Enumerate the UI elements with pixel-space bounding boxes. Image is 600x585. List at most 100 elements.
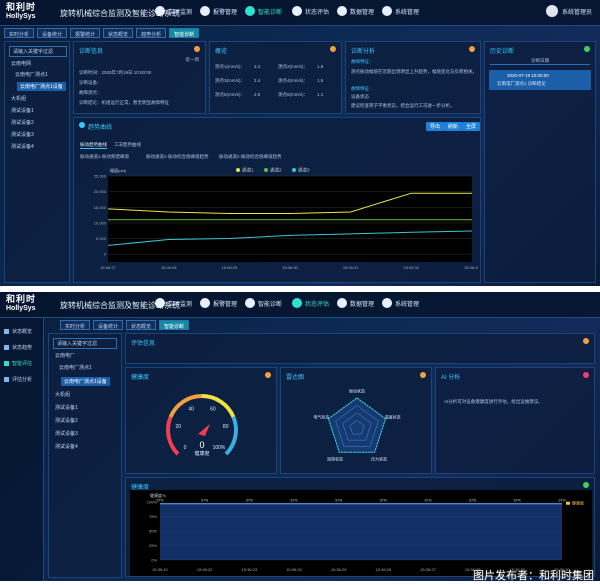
tree-item[interactable]: 云南电厂 — [55, 352, 75, 359]
overview-label: 测点4(mm/s)： — [278, 78, 308, 83]
tree-item[interactable]: 测试设备2 — [11, 119, 34, 126]
export-button[interactable]: 导出 — [426, 122, 445, 131]
monitor-icon — [155, 298, 165, 308]
tree-item[interactable]: 大机组 — [11, 95, 26, 102]
user-menu[interactable]: 系统管理员 — [545, 5, 592, 17]
gauge-tick: 60 — [210, 407, 216, 413]
panel-title: 健康度 — [131, 375, 150, 381]
tree-item[interactable]: 测试设备1 — [11, 107, 34, 114]
gauge-unit: 健康度 — [194, 450, 209, 457]
tree-item[interactable]: 云南电网 — [11, 60, 31, 67]
tab-overview[interactable]: 状态概览 — [126, 320, 157, 330]
nav-realtime[interactable]: 实时监测 — [155, 298, 192, 308]
health-trend-chart[interactable]: 100%75%50%25%0%15:36:10 15:36:22 15:36:23 1… — [130, 490, 592, 576]
tab-trend[interactable]: 趋势分析 — [136, 28, 167, 38]
history-entry[interactable]: 2020-07-19 10:00:00 云南电厂测点1 诊断结论 — [489, 70, 591, 90]
nav-system[interactable]: 系统管理 — [382, 298, 419, 308]
legend-marker — [566, 501, 570, 505]
avatar — [545, 5, 558, 17]
panel-title: 雷达图 — [286, 375, 305, 381]
panel-title: 诊断信息 — [79, 49, 104, 55]
nav-assessment[interactable]: 状态评估 — [292, 298, 329, 308]
y-tick-label: 75% — [149, 514, 157, 519]
trend-chart[interactable]: 25,000 20,000 15,000 10,000 5,000 0 15:06:27 15… — [78, 162, 478, 280]
x-tick-label: 15:06:31 — [343, 265, 359, 270]
fullscreen-button[interactable]: 全屏 — [462, 122, 480, 131]
check-channel[interactable]: 振动通道2-振动综合值峰值趋势 — [219, 154, 282, 160]
overview-value: 1.1 — [317, 92, 324, 97]
side-nav: 状态概览 状态趋势 智能评估 评估分析 — [0, 318, 44, 581]
check-channel[interactable]: 振动通道1-振动频谱峰值 — [80, 154, 129, 160]
status-dot — [265, 372, 271, 378]
nav-diagnosis[interactable]: 智能诊断 — [245, 298, 282, 308]
tree-search-input[interactable]: 请输入关键字过滤 — [53, 338, 117, 349]
radar-label: 润滑状态 — [327, 455, 343, 461]
overview-value: 1.5 — [317, 78, 324, 83]
nav-realtime[interactable]: 实时监测 — [155, 6, 192, 16]
gauge-arc — [166, 416, 180, 456]
overview-icon — [4, 329, 9, 334]
x-tick-label: 15:36:22 — [197, 567, 213, 572]
sidenav-item-active[interactable]: 智能评估 — [4, 360, 32, 367]
tab-diagnosis[interactable]: 智能诊断 — [159, 320, 190, 330]
check-channel[interactable]: 振动通道1-振动综合值峰值趋势 — [146, 154, 209, 160]
sidenav-item[interactable]: 状态概览 — [4, 328, 32, 335]
subtab-vibration[interactable]: 振动趋势曲线 — [80, 142, 107, 149]
sidenav-item[interactable]: 评估分析 — [4, 376, 32, 383]
y-tick-label: 20,000 — [94, 189, 107, 194]
top-bar: 和利时 HollySys 旋转机械综合监测及智能诊断系统 实时监测 报警管理 智能… — [0, 0, 600, 26]
tab-bar: 实时分析 设备统计 报警统计 状态概览 趋势分析 智能诊断 — [4, 28, 200, 38]
y-tick-label: 50% — [149, 529, 157, 534]
refresh-button[interactable]: 刷新 — [444, 122, 463, 131]
y-axis-label: 健康度% — [150, 492, 166, 498]
tree-item[interactable]: 测试设备4 — [11, 143, 34, 150]
tree-search-input[interactable]: 请输入关键字过滤 — [9, 46, 67, 57]
legend-label: 通道3 — [298, 167, 310, 174]
tab-realtime[interactable]: 实时分析 — [4, 28, 35, 38]
screenshot-assessment: 和利时 HollySys 旋转机械综合监测及智能诊断系统 实时监测 报警管理 智能… — [0, 292, 600, 581]
tab-device-stats[interactable]: 设备统计 — [37, 28, 68, 38]
y-tick-label: 15,000 — [94, 205, 107, 210]
status-dot — [584, 46, 590, 52]
nav-assessment[interactable]: 状态评估 — [292, 6, 329, 16]
period-select[interactable]: 近一周 — [186, 57, 200, 63]
tree-item[interactable]: 测试设备4 — [55, 443, 78, 450]
nav-diagnosis[interactable]: 智能诊断 — [245, 6, 282, 16]
nav-alarm[interactable]: 报警管理 — [200, 6, 237, 16]
tree-item[interactable]: 测试设备3 — [11, 131, 34, 138]
diag-row: 故障测点： — [79, 90, 102, 95]
data-label: 97% — [469, 499, 476, 503]
nav-alarm[interactable]: 报警管理 — [200, 298, 237, 308]
tab-diagnosis[interactable]: 智能诊断 — [169, 28, 200, 38]
overview-panel: 概览 测点1(mm/s)： 3.2 测点2(mm/s)： 1.8 测点3(mm/… — [209, 41, 342, 114]
tree-item[interactable]: 测试设备2 — [55, 417, 78, 424]
subtab-condition[interactable]: 工况趋势曲线 — [114, 142, 141, 148]
x-tick-label: 15:36:23 — [242, 567, 258, 572]
nav-system[interactable]: 系统管理 — [382, 6, 419, 16]
tree-item[interactable]: 云南电厂测点1 — [59, 364, 92, 371]
data-label: 97% — [514, 499, 521, 503]
sidenav-item[interactable]: 状态趋势 — [4, 344, 32, 351]
gauge-tick: 100% — [213, 445, 226, 451]
tree-item-selected[interactable]: 云南电厂测点1设备 — [61, 377, 110, 386]
tree-item[interactable]: 大机组 — [55, 391, 70, 398]
tab-realtime[interactable]: 实时分析 — [60, 320, 91, 330]
tab-overview[interactable]: 状态概览 — [103, 28, 134, 38]
gauge-tick: 80 — [223, 424, 229, 430]
tab-alarm-stats[interactable]: 报警统计 — [70, 28, 101, 38]
tab-device-stats[interactable]: 设备统计 — [93, 320, 124, 330]
tree-item[interactable]: 测试设备3 — [55, 430, 78, 437]
tree-item[interactable]: 测试设备1 — [55, 404, 78, 411]
nav-data[interactable]: 数据管理 — [337, 6, 374, 16]
tree-item[interactable]: 云南电厂测点1 — [15, 71, 48, 78]
x-tick-label: 15:36:26 — [376, 567, 392, 572]
device-tree: 请输入关键字过滤 云南电网 云南电厂测点1 云南电厂测点1设备 大机组 测试设备… — [4, 41, 70, 283]
analysis-heading: 故障特征： — [351, 86, 374, 91]
nav-data[interactable]: 数据管理 — [337, 298, 374, 308]
device-tree: 请输入关键字过滤 云南电厂 云南电厂测点1 云南电厂测点1设备 大机组 测试设备… — [48, 333, 122, 578]
legend-label: 通道1 — [242, 167, 254, 174]
status-dot — [583, 338, 589, 344]
data-label: 97% — [156, 499, 163, 503]
overview-label: 测点6(mm/s)： — [278, 92, 308, 97]
tree-item-selected[interactable]: 云南电厂测点1设备 — [17, 82, 66, 91]
